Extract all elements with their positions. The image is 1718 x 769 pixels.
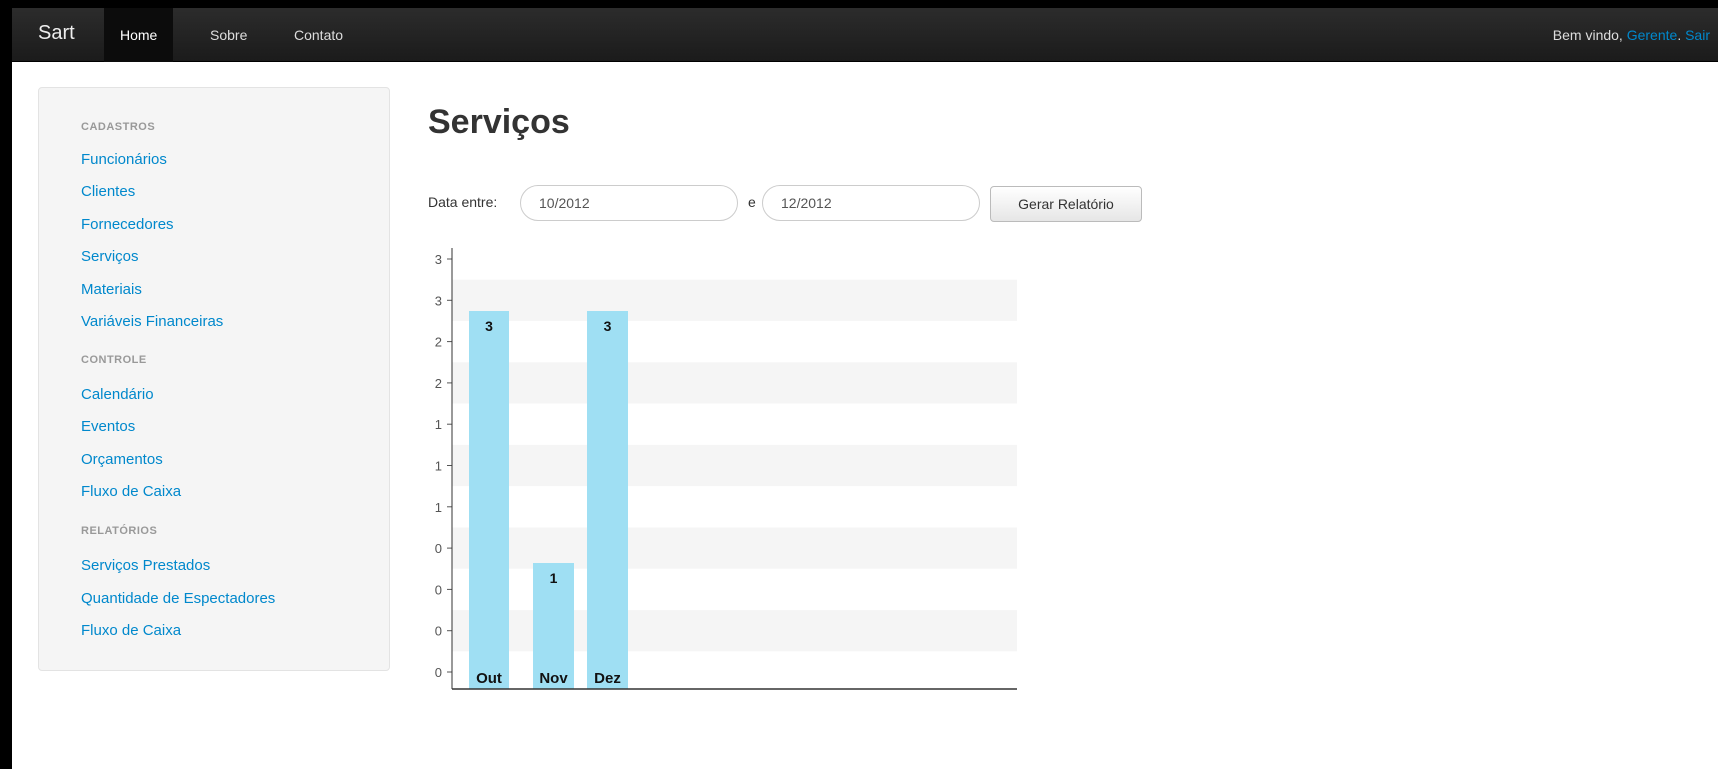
grid-band <box>452 527 1017 569</box>
app-window: Sart Home Sobre Contato Bem vindo, Geren… <box>12 8 1718 769</box>
sidebar-item-orcamentos[interactable]: Orçamentos <box>81 451 163 468</box>
bar-out <box>469 311 509 689</box>
y-tick-label: 2 <box>435 335 442 350</box>
bar-value-label: 1 <box>550 570 558 586</box>
sidebar-item-funcionarios[interactable]: Funcionários <box>81 151 167 168</box>
grid-band <box>452 444 1017 487</box>
y-tick-label: 1 <box>435 459 442 474</box>
top-navbar: Sart Home Sobre Contato Bem vindo, Geren… <box>12 8 1718 62</box>
sidebar-item-calendario[interactable]: Calendário <box>81 386 154 403</box>
y-tick-label: 1 <box>435 500 442 515</box>
welcome-prefix: Bem vindo, <box>1552 27 1627 43</box>
sidebar-item-variaveis-financeiras[interactable]: Variáveis Financeiras <box>81 313 223 330</box>
y-tick-label: 1 <box>435 417 442 432</box>
sidebar-header-controle: CONTROLE <box>81 354 147 366</box>
nav-home[interactable]: Home <box>104 8 174 62</box>
x-category-label: Nov <box>539 670 568 687</box>
y-tick-label: 3 <box>435 293 442 308</box>
grid-band <box>452 279 1017 321</box>
date-from-input[interactable]: 10/2012 <box>520 185 738 221</box>
generate-report-button[interactable]: Gerar Relatório <box>990 186 1142 222</box>
y-tick-label: 0 <box>435 665 442 680</box>
bar-value-label: 3 <box>604 318 612 334</box>
y-tick-label: 2 <box>435 376 442 391</box>
y-tick-label: 0 <box>435 541 442 556</box>
y-tick-label: 0 <box>435 624 442 639</box>
welcome-separator: . <box>1677 27 1686 43</box>
logout-link[interactable]: Sair <box>1685 27 1710 43</box>
bar-value-label: 3 <box>485 318 493 334</box>
date-range-label: Data entre: <box>428 194 498 210</box>
date-to-input[interactable]: 12/2012 <box>762 185 980 221</box>
bar-dez <box>587 311 628 689</box>
sidebar-item-servicos-prestados[interactable]: Serviços Prestados <box>81 557 210 574</box>
nav-contato[interactable]: Contato <box>278 8 359 62</box>
sidebar-item-fluxo-de-caixa[interactable]: Fluxo de Caixa <box>81 483 181 500</box>
sidebar-item-quantidade-de-espectadores[interactable]: Quantidade de Espectadores <box>81 590 275 607</box>
date-separator: e <box>748 194 756 210</box>
x-category-label: Dez <box>594 670 621 687</box>
sidebar-item-eventos[interactable]: Eventos <box>81 418 135 435</box>
services-bar-chart: 3 3 2 2 1 1 1 0 0 0 0 3 Out 1 Nov 3 Dez <box>435 248 1017 690</box>
sidebar-header-relatorios: RELATÓRIOS <box>81 525 158 537</box>
sidebar-item-fluxo-de-caixa-relatorio[interactable]: Fluxo de Caixa <box>81 622 181 639</box>
welcome-text: Bem vindo, Gerente. Sair <box>1553 8 1710 62</box>
brand-logo[interactable]: Sart <box>38 22 75 45</box>
x-category-label: Out <box>476 670 502 687</box>
sidebar-item-materiais[interactable]: Materiais <box>81 281 142 298</box>
nav-sobre[interactable]: Sobre <box>194 8 263 62</box>
grid-band <box>452 362 1017 404</box>
sidebar-header-cadastros: CADASTROS <box>81 121 156 133</box>
user-link[interactable]: Gerente <box>1627 27 1678 43</box>
y-tick-label: 3 <box>435 252 442 267</box>
sidebar-item-clientes[interactable]: Clientes <box>81 183 135 200</box>
page-title: Serviços <box>428 103 570 141</box>
sidebar-item-servicos[interactable]: Serviços <box>81 248 139 265</box>
sidebar: CADASTROS Funcionários Clientes Forneced… <box>38 87 390 671</box>
y-tick-label: 0 <box>435 582 442 597</box>
sidebar-item-fornecedores[interactable]: Fornecedores <box>81 216 174 233</box>
